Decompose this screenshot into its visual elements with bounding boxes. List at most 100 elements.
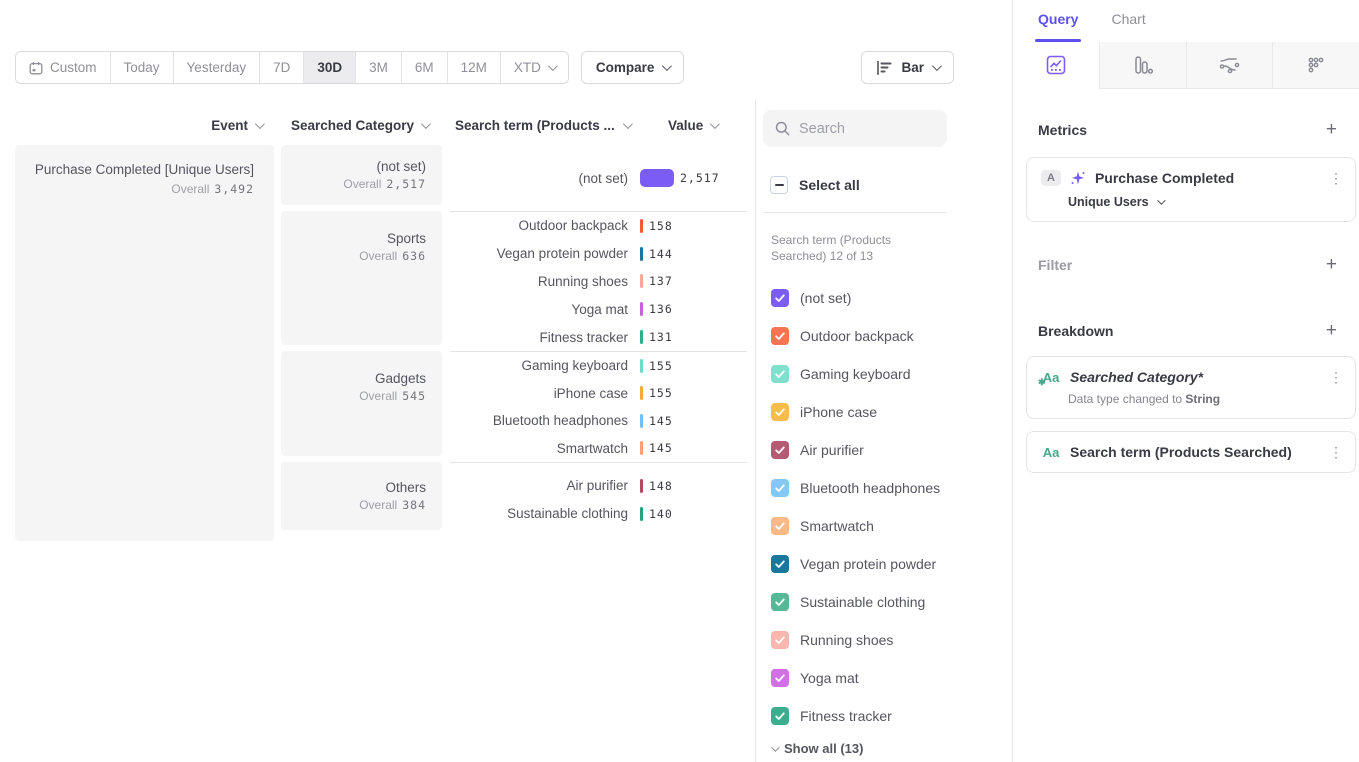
category-name: Sports [289,231,426,246]
term-label: iPhone case [450,386,628,401]
table-row[interactable]: Bluetooth headphones145 [450,407,747,435]
date-range-7d[interactable]: 7D [260,52,304,83]
category-cell[interactable]: GadgetsOverall545 [281,351,442,456]
tab-query[interactable]: Query [1038,11,1078,42]
term-label: Yoga mat [450,302,628,317]
tab-retention[interactable] [1272,42,1359,89]
check-icon [774,292,786,304]
add-metric-button[interactable]: + [1326,120,1337,139]
metric-badge: A [1041,170,1061,186]
breakdown-card-searched-category[interactable]: Aa✱ Searched Category* ⋮ Data type chang… [1026,356,1356,419]
date-range-xtd[interactable]: XTD [501,52,568,83]
segment-checkbox-item[interactable]: Bluetooth headphones [763,469,1012,507]
event-cell[interactable]: Purchase Completed [Unique Users] Overal… [15,145,274,541]
segment-checkbox-item[interactable]: Running shoes [763,621,1012,659]
table-row[interactable]: Air purifier148 [450,472,747,500]
compare-button[interactable]: Compare [581,51,685,84]
date-range-3m[interactable]: 3M [356,52,402,83]
metric-card[interactable]: A Purchase Completed ⋮ Unique Users [1026,157,1356,222]
table-row[interactable]: iPhone case155 [450,380,747,408]
table-row[interactable]: Vegan protein powder144 [450,240,747,268]
category-cell[interactable]: OthersOverall384 [281,462,442,530]
checkbox-checked-icon [771,593,789,611]
segment-label: Bluetooth headphones [800,480,940,496]
breakdown-heading: Breakdown [1038,323,1113,339]
tab-insights[interactable] [1013,42,1099,89]
chevron-down-icon [662,61,672,71]
table-row[interactable]: Outdoor backpack 158 [450,212,747,240]
metric-menu-button[interactable]: ⋮ [1329,171,1343,185]
table-row[interactable]: Yoga mat 136 [450,295,747,323]
report-toolbar: CustomTodayYesterday 7D 30D3M6M 12M XTD Comp… [0,0,1012,100]
overall-label: Overall [359,389,397,403]
tab-flows[interactable] [1186,42,1273,89]
column-header-category[interactable]: Searched Category [281,118,442,133]
table-row[interactable]: Sustainable clothing140 [450,500,747,528]
checkbox-checked-icon [771,479,789,497]
add-filter-button[interactable]: + [1326,255,1337,274]
category-cell[interactable]: (not set)Overall2,517 [281,145,442,205]
date-range-6m[interactable]: 6M [402,52,448,83]
category-overall-value: 2,517 [386,177,426,191]
tab-funnels[interactable] [1099,42,1186,89]
add-breakdown-button[interactable]: + [1326,321,1337,340]
column-header-event[interactable]: Event [15,118,274,133]
date-range-label: 7D [273,60,290,75]
segment-checkbox-item[interactable]: Air purifier [763,431,1012,469]
date-range-yesterday[interactable]: Yesterday [174,52,261,83]
date-range-today[interactable]: Today [111,52,174,83]
value-bar [640,414,643,428]
segment-checkbox-item[interactable]: Smartwatch [763,507,1012,545]
breakdown-menu-button[interactable]: ⋮ [1329,445,1343,459]
column-header-search-term[interactable]: Search term (Products ... [455,118,630,133]
category-overall-value: 545 [402,389,426,403]
check-icon [774,520,786,532]
segment-checkbox-item[interactable]: Yoga mat [763,659,1012,697]
breakdown-card-search-term[interactable]: Aa Search term (Products Searched) ⋮ [1026,431,1356,473]
term-label: Vegan protein powder [450,246,628,261]
segment-checkbox-item[interactable]: (not set) [763,279,1012,317]
date-range-custom[interactable]: Custom [16,52,111,83]
segment-checkbox-item[interactable]: Fitness tracker [763,697,1012,735]
value-number: 145 [649,414,673,428]
date-range-group: CustomTodayYesterday 7D 30D3M6M 12M XTD [15,51,569,84]
term-label: Fitness tracker [450,330,628,345]
tab-chart[interactable]: Chart [1111,11,1145,42]
segment-checkbox-item[interactable]: Sustainable clothing [763,583,1012,621]
category-group: GadgetsOverall545Gaming keyboard155iPhon… [281,351,747,462]
funnels-icon [1131,54,1155,76]
segment-search[interactable] [763,110,947,147]
search-input[interactable] [799,121,929,137]
date-range-12m[interactable]: 12M [448,52,501,83]
term-label: Gaming keyboard [450,358,628,373]
segment-checkbox-item[interactable]: Gaming keyboard [763,355,1012,393]
table-row[interactable]: Running shoes137 [450,268,747,296]
segment-checkbox-item[interactable]: iPhone case [763,393,1012,431]
table-row[interactable]: Gaming keyboard155 [450,352,747,380]
table-row[interactable]: Smartwatch145 [450,435,747,463]
column-header-value[interactable]: Value [668,118,717,133]
table-row[interactable]: (not set)2,517 [450,164,747,192]
value-bar [640,507,643,521]
segment-checkbox-item[interactable]: Vegan protein powder [763,545,1012,583]
metric-aggregation-selector[interactable]: Unique Users [1068,195,1343,209]
breakdown-menu-button[interactable]: ⋮ [1329,370,1343,384]
value-number: 136 [649,302,673,316]
category-name: Others [289,480,426,495]
checkbox-checked-icon [771,669,789,687]
date-range-30d[interactable]: 30D [304,52,356,83]
breakdown-table: Event Searched Category Search term (Pro… [0,100,755,762]
category-cell[interactable]: SportsOverall636 [281,211,442,345]
table-row[interactable]: Fitness tracker131 [450,323,747,351]
term-label: Running shoes [450,274,628,289]
calendar-icon [29,61,43,75]
date-range-label: 12M [461,60,487,75]
show-all-button[interactable]: Show all (13) [771,741,1012,756]
segment-checkbox-item[interactable]: Outdoor backpack [763,317,1012,355]
term-label: (not set) [450,171,628,186]
term-label: Outdoor backpack [450,218,628,233]
chart-type-button[interactable]: Bar [861,51,954,84]
value-header-label: Value [668,118,703,133]
select-all-checkbox[interactable]: Select all [770,176,1012,194]
value-number: 158 [649,219,673,233]
